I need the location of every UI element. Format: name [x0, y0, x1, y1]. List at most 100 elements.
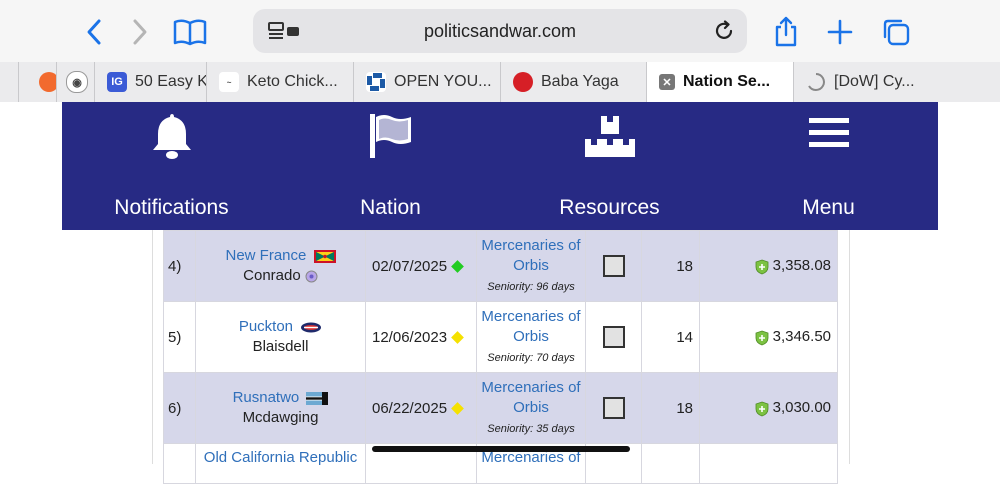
web-page: Notifications Nation Resources Menu 4) N…	[0, 102, 1000, 484]
rank-cell: 5)	[163, 301, 196, 373]
bookmarks-button[interactable]	[172, 14, 208, 50]
close-icon[interactable]: ✕	[659, 74, 675, 90]
url-text: politicsandwar.com	[423, 21, 577, 41]
score-cell	[699, 443, 838, 484]
alliance-cell: Mercenaries of Orbis Seniority: 35 days	[476, 372, 586, 444]
score-value: 3,346.50	[772, 328, 831, 346]
tab-label: 50 Easy K	[135, 73, 206, 90]
share-button[interactable]	[768, 14, 804, 50]
recipe-logo-icon: ~	[219, 72, 239, 92]
nav-label: Menu	[802, 196, 855, 219]
reload-icon[interactable]	[713, 20, 735, 42]
tab-item[interactable]: Baba Yaga	[500, 62, 646, 102]
nav-notifications[interactable]: Notifications	[62, 102, 281, 230]
nation-link[interactable]: New France	[225, 247, 306, 264]
date-cell: 06/22/2025	[365, 372, 477, 444]
tab-label: OPEN YOU...	[394, 73, 492, 90]
leader-name: Conrado	[243, 267, 301, 284]
back-button[interactable]	[76, 14, 112, 50]
tab-item[interactable]: ◉	[56, 62, 94, 102]
leader-name: Mcdawging	[242, 409, 319, 426]
activity-diamond-icon	[451, 402, 464, 415]
select-checkbox[interactable]	[602, 255, 625, 277]
cities-cell	[641, 443, 700, 484]
tab-overview-button[interactable]	[878, 14, 914, 50]
chevron-right-icon	[133, 19, 147, 45]
alliance-link[interactable]: Mercenaries of Orbis	[481, 308, 580, 345]
cities-cell: 18	[641, 230, 700, 302]
checkbox-cell	[585, 301, 642, 373]
tab-item[interactable]: ~ Keto Chick...	[206, 62, 353, 102]
alliance-cell: Mercenaries of Orbis Seniority: 96 days	[476, 230, 586, 302]
select-checkbox[interactable]	[602, 397, 625, 419]
loading-icon	[806, 72, 826, 92]
tab-label: Baba Yaga	[541, 73, 619, 90]
shield-icon	[755, 330, 769, 345]
date-cell: 12/06/2023	[365, 301, 477, 373]
forward-button[interactable]	[122, 14, 158, 50]
nation-cell: Puckton Blaisdell	[195, 301, 366, 373]
browser-toolbar: politicsandwar.com	[0, 0, 1000, 62]
home-indicator[interactable]	[372, 446, 630, 452]
nation-link[interactable]: Puckton	[239, 318, 293, 335]
seniority-text: Seniority: 70 days	[487, 351, 575, 364]
ig-icon: IG	[107, 72, 127, 92]
rank-cell	[163, 443, 196, 484]
cities-cell: 14	[641, 301, 700, 373]
boxes-icon	[584, 116, 635, 157]
hamburger-icon	[808, 118, 849, 147]
rank-cell: 6)	[163, 372, 196, 444]
flag-icon	[369, 114, 411, 158]
new-tab-button[interactable]	[822, 14, 858, 50]
address-bar[interactable]: politicsandwar.com	[253, 9, 747, 53]
cities-cell: 18	[641, 372, 700, 444]
podcast-icon: ◉	[66, 71, 88, 93]
alliance-cell: Mercenaries of Orbis Seniority: 70 days	[476, 301, 586, 373]
tab-strip: ◉ IG 50 Easy K ~ Keto Chick... OPEN YOU.…	[0, 62, 1000, 103]
chevron-left-icon	[87, 19, 101, 45]
nation-cell: Rusnatwo Mcdawging	[195, 372, 366, 444]
date-cell: 02/07/2025	[365, 230, 477, 302]
tab-item[interactable]: [DoW] Cy...	[793, 62, 1000, 102]
nav-menu[interactable]: Menu	[719, 102, 938, 230]
nav-label: Nation	[360, 196, 421, 219]
nav-label: Notifications	[114, 196, 229, 219]
alliance-link[interactable]: Mercenaries of Orbis	[481, 237, 580, 274]
nation-cell: Old California Republic	[195, 443, 366, 484]
flag-grenada-icon	[313, 249, 336, 263]
nation-link[interactable]: Old California Republic	[204, 449, 357, 466]
shield-icon	[755, 259, 769, 274]
tab-item[interactable]: OPEN YOU...	[353, 62, 500, 102]
tab-item[interactable]: IG 50 Easy K	[94, 62, 206, 102]
last-active-date: 06/22/2025	[372, 399, 448, 417]
share-icon	[775, 16, 797, 47]
nav-resources[interactable]: Resources	[500, 102, 719, 230]
rank-cell: 4)	[163, 230, 196, 302]
flag-botswana-icon	[306, 391, 329, 405]
score-value: 3,030.00	[772, 399, 831, 417]
nation-cell: New France Conrado	[195, 230, 366, 302]
checkbox-cell	[585, 230, 642, 302]
checkbox-cell	[585, 372, 642, 444]
tab-nation-search[interactable]: ✕ Nation Se...	[646, 62, 793, 102]
score-cell: 3,030.00	[699, 372, 838, 444]
orange-circle-icon	[39, 72, 56, 92]
nav-nation[interactable]: Nation	[281, 102, 500, 230]
book-icon	[173, 19, 207, 46]
score-cell: 3,358.08	[699, 230, 838, 302]
flag-oval-icon	[301, 322, 322, 333]
last-active-date: 02/07/2025	[372, 257, 448, 275]
select-checkbox[interactable]	[602, 326, 625, 348]
tabs-icon	[883, 19, 910, 46]
tab-item[interactable]	[18, 62, 56, 102]
bell-icon	[152, 114, 191, 159]
tab-label: [DoW] Cy...	[834, 73, 915, 90]
activity-diamond-icon	[451, 260, 464, 273]
tab-label: Nation Se...	[683, 73, 771, 90]
alliance-link[interactable]: Mercenaries of Orbis	[481, 379, 580, 416]
table-row: 4) New France Conrado 02/07/2025 Mercena…	[163, 230, 838, 302]
leader-name: Blaisdell	[252, 338, 309, 355]
nation-link[interactable]: Rusnatwo	[233, 389, 300, 406]
activity-diamond-icon	[451, 331, 464, 344]
seniority-text: Seniority: 96 days	[487, 280, 575, 293]
